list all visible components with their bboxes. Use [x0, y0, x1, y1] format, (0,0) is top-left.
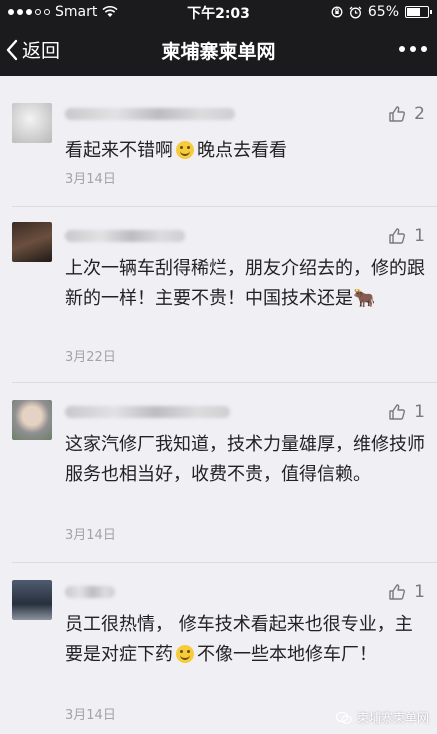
- divider: [12, 206, 437, 207]
- comment-date: 3月22日: [65, 350, 116, 365]
- commenter-name: [65, 586, 115, 598]
- like-count: 2: [414, 104, 425, 124]
- alarm-icon: [349, 6, 362, 18]
- page-title: 柬埔寨柬单网: [161, 41, 276, 63]
- like-button[interactable]: 1: [388, 582, 425, 602]
- commenter-name: [65, 230, 185, 242]
- comment-date: 3月14日: [65, 708, 116, 723]
- more-options-button[interactable]: [399, 46, 427, 52]
- comment-item: 1 上次一辆车刮得稀烂，朋友介绍去的，修的跟新的一样！主要不贵！中国技术还是🐂 …: [0, 210, 437, 380]
- thumbs-up-icon: [389, 106, 406, 122]
- comment-date: 3月14日: [65, 528, 116, 543]
- avatar[interactable]: [12, 580, 52, 620]
- like-count: 1: [414, 402, 425, 422]
- comment-text: 这家汽修厂我知道，技术力量雄厚，维修技师服务也相当好，收费不贵，值得信赖。: [65, 434, 425, 485]
- avatar[interactable]: [12, 103, 52, 143]
- thumbs-up-icon: [389, 584, 406, 600]
- avatar[interactable]: [12, 400, 52, 440]
- comment-text: 上次一辆车刮得稀烂，朋友介绍去的，修的跟新的一样！主要不贵！中国技术还是🐂: [65, 258, 425, 309]
- avatar[interactable]: [12, 222, 52, 262]
- comment-text: 员工很热情， 修车技术看起来也很专业，主要是对症下药 不像一些本地修车厂！: [65, 614, 413, 665]
- watermark-text: 柬埔寨柬单网: [356, 711, 429, 725]
- commenter-name: [65, 108, 235, 120]
- thumbs-up-icon: [389, 404, 406, 420]
- like-count: 1: [414, 582, 425, 602]
- orientation-lock-icon: [331, 6, 343, 18]
- battery-percent: 65%: [367, 4, 399, 20]
- like-count: 1: [414, 226, 425, 246]
- grin-emoji-icon: [176, 645, 194, 663]
- status-indicators: 65%: [331, 4, 432, 20]
- comment-date: 3月14日: [65, 172, 116, 187]
- comment-text: 看起来不错啊 晚点去看看: [65, 140, 287, 161]
- comment-item: 1 这家汽修厂我知道，技术力量雄厚，维修技师服务也相当好，收费不贵，值得信赖。 …: [0, 386, 437, 562]
- thumbs-up-icon: [389, 228, 406, 244]
- nav-bar: 返回 柬埔寨柬单网: [0, 24, 437, 76]
- battery-icon: [405, 6, 432, 18]
- like-button[interactable]: 1: [388, 226, 425, 246]
- wechat-logo-icon: [335, 711, 352, 724]
- divider: [12, 382, 437, 383]
- smile-emoji-icon: [176, 141, 194, 159]
- status-bar: Smart 下午2:03 65%: [0, 0, 437, 24]
- watermark: 柬埔寨柬单网: [335, 709, 429, 726]
- like-button[interactable]: 1: [388, 402, 425, 422]
- like-button[interactable]: 2: [388, 104, 425, 124]
- comment-item: 2 看起来不错啊 晚点去看看 3月14日: [0, 96, 437, 206]
- divider: [12, 562, 437, 563]
- commenter-name: [65, 406, 230, 418]
